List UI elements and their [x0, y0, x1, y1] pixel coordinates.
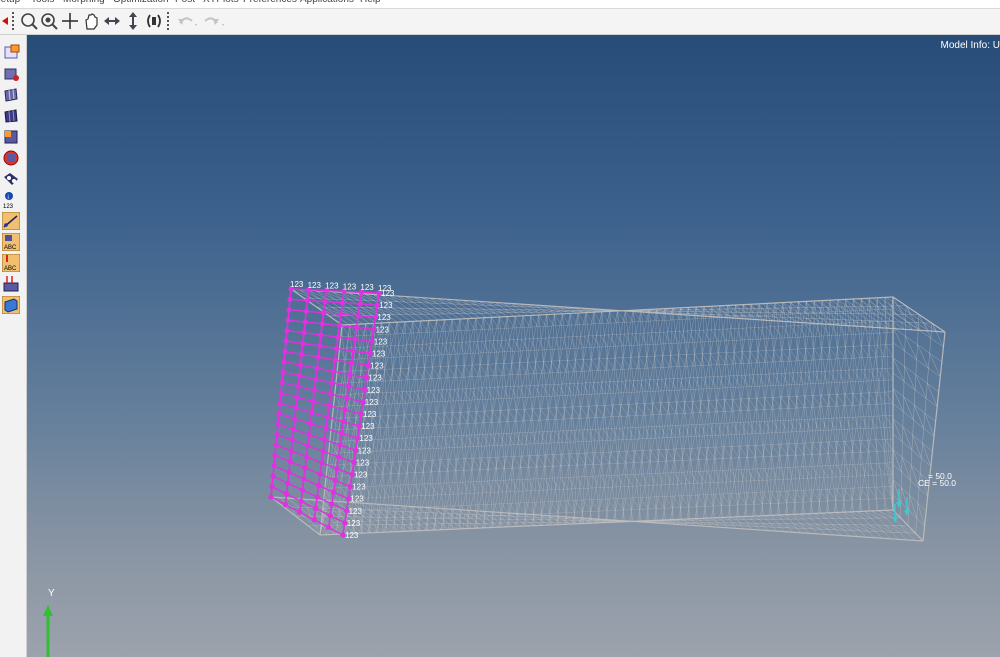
constraint-label: 123 — [361, 422, 375, 431]
constraint-label: 123 — [376, 325, 390, 334]
menu-preferences[interactable]: Preferences — [243, 0, 297, 5]
constraint-label: 123 — [354, 471, 368, 480]
rotate-free-icon[interactable] — [145, 11, 163, 31]
left-toolbar: i 123 ABC ABC — [0, 35, 27, 657]
loads-icon[interactable] — [2, 275, 20, 293]
visibility-icon[interactable] — [2, 170, 20, 188]
constraint-label: 123 — [365, 398, 379, 407]
constraint-label: 123 — [379, 301, 393, 310]
svg-text:i: i — [8, 195, 9, 201]
load-label-2: CE = 50.0 — [918, 478, 956, 488]
shaded-mesh-icon[interactable] — [2, 107, 20, 125]
pan-hand-icon[interactable] — [82, 11, 100, 31]
menu-tools[interactable]: Tools — [31, 0, 54, 5]
constraint-label: 123 — [374, 337, 388, 346]
menu-xyplots[interactable]: XYPlots — [203, 0, 239, 5]
label-abc-red-icon[interactable]: ABC — [1, 253, 21, 273]
menu-morphing[interactable]: Morphing — [63, 0, 105, 5]
mesh-display-icon[interactable] — [2, 86, 20, 104]
constraint-label: 123 — [363, 410, 377, 419]
main-toolbar — [0, 9, 1000, 35]
undo-icon[interactable] — [176, 11, 197, 31]
toolbar-separator — [12, 12, 16, 30]
menu-post[interactable]: Post — [175, 0, 195, 5]
component-edit-icon[interactable] — [2, 43, 20, 61]
y-axis-arrow — [43, 605, 53, 657]
label-abc-icon[interactable]: ABC — [1, 232, 21, 252]
constraint-label: 123 — [343, 282, 357, 291]
zoom-circle-icon[interactable] — [40, 11, 58, 31]
horizontal-arrows-icon[interactable] — [103, 11, 121, 31]
zoom-window-icon[interactable] — [20, 11, 38, 31]
graphics-viewport[interactable]: Model Info: U 123 123 123 123 123 123 123 123 12… — [27, 35, 1000, 657]
constraint-label: 123 — [352, 483, 366, 492]
menu-help[interactable]: Help — [360, 0, 381, 5]
constraint-label: 123 — [290, 280, 304, 289]
constraint-markers: 1231231231231231231231231231231231231231… — [268, 280, 395, 540]
constraint-label: 123 — [378, 284, 392, 293]
constraint-label: 123 — [372, 350, 386, 359]
menu-bar: Setup Tools Morphing Optimization Post XYPlot… — [0, 0, 1000, 9]
constraint-label: 123 — [308, 281, 322, 290]
constraint-label: 123 — [356, 458, 370, 467]
constraint-label: 123 — [359, 434, 373, 443]
menu-applications[interactable]: Applications — [300, 0, 354, 5]
rotate-center-icon[interactable] — [61, 11, 79, 31]
constraint-label: 123 — [377, 313, 391, 322]
redo-icon[interactable] — [203, 11, 224, 31]
edge-icon[interactable] — [1, 211, 21, 231]
menu-optimization[interactable]: Optimization — [113, 0, 169, 5]
constraint-label: 123 — [347, 519, 361, 528]
svg-text:ABC: ABC — [4, 266, 17, 272]
constraint-label: 123 — [325, 282, 339, 291]
elements-icon[interactable] — [2, 128, 20, 146]
constraint-label: 123 — [345, 531, 359, 540]
menu-setup[interactable]: Setup — [0, 0, 20, 5]
constraint-label: 123 — [367, 386, 381, 395]
axis-label-y: Y — [48, 588, 55, 599]
svg-text:ABC: ABC — [4, 245, 17, 251]
constraint-label: 123 — [360, 283, 374, 292]
constraint-label: 123 — [358, 446, 372, 455]
info-numbers-icon[interactable]: i 123 — [2, 191, 20, 210]
constraint-label: 123 — [350, 495, 364, 504]
cube-icon[interactable] — [1, 295, 21, 315]
constraint-label: 123 — [349, 507, 363, 516]
svg-text:123: 123 — [3, 204, 14, 209]
constraint-label: 123 — [368, 374, 382, 383]
constraint-label: 123 — [370, 362, 384, 371]
toolbar-separator — [167, 12, 171, 30]
fem-mesh-canvas[interactable]: 1231231231231231231231231231231231231231… — [27, 35, 1000, 657]
sphere-icon[interactable] — [2, 149, 20, 167]
component-color-icon[interactable] — [2, 65, 20, 83]
vertical-arrows-icon[interactable] — [124, 11, 142, 31]
